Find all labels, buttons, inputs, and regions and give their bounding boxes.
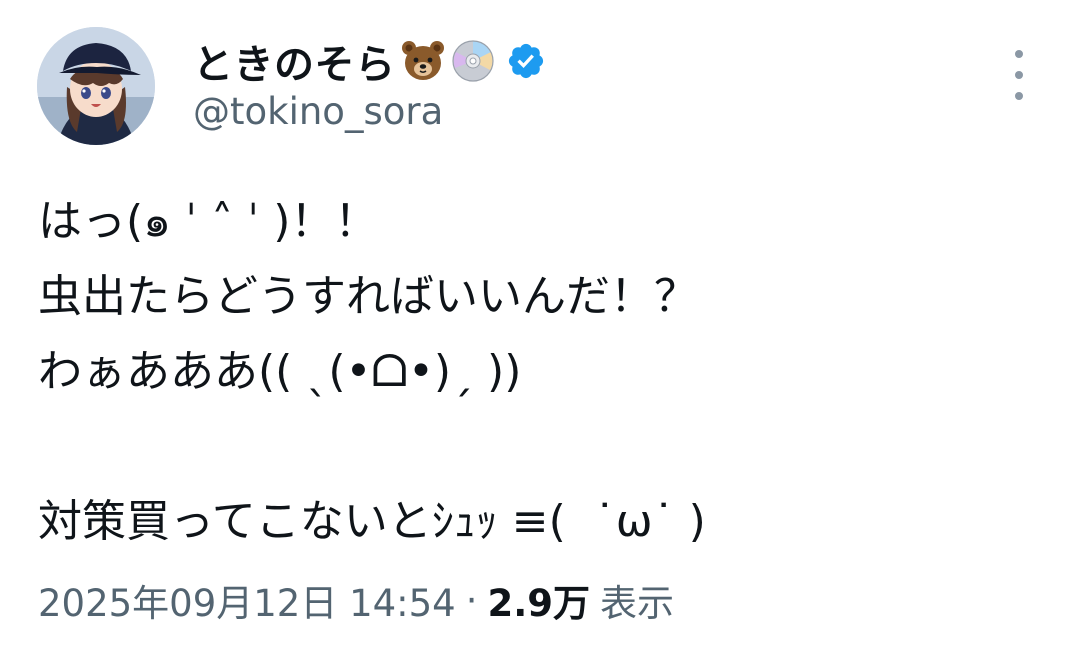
- menu-dot: [1015, 50, 1023, 58]
- menu-dot: [1015, 92, 1023, 100]
- views-label: 表示: [600, 582, 675, 625]
- timestamp[interactable]: 2025年09月12日 14:54: [38, 573, 456, 627]
- views-count[interactable]: 2.9万: [487, 573, 590, 627]
- menu-dot: [1015, 71, 1023, 79]
- optical-disc-icon: [450, 38, 496, 84]
- meta-separator: ·: [465, 578, 478, 622]
- author-name-row[interactable]: ときのそら: [193, 30, 546, 92]
- avatar[interactable]: [37, 27, 155, 145]
- tweet-meta: 2025年09月12日 14:54 · 2.9万 表示: [38, 574, 674, 626]
- tweet-text: はっ(๑ ˈ ˄ ˈ )！！ 虫出たらどうすればいいんだ！？ わぁあああ(( ˎ…: [38, 196, 706, 547]
- verified-badge-icon[interactable]: [506, 41, 546, 81]
- author-handle[interactable]: @tokino_sora: [193, 90, 443, 133]
- display-name[interactable]: ときのそら: [193, 32, 396, 90]
- avatar-image: [37, 27, 155, 145]
- more-options-icon[interactable]: [1004, 50, 1034, 100]
- bear-face-icon: [400, 38, 446, 84]
